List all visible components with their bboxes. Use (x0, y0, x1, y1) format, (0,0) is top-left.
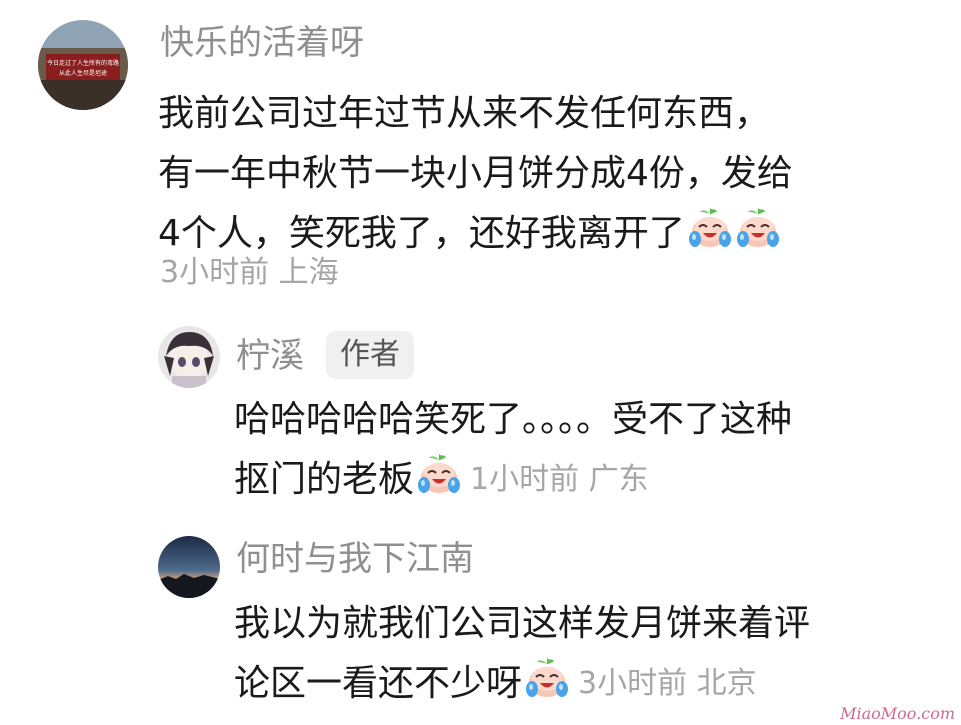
comment-text-line: 我以为就我们公司这样发月饼来着评 (234, 603, 811, 644)
crying-laughing-icon (687, 205, 733, 251)
avatar[interactable] (158, 326, 220, 388)
comment-text-segment: 4个人，笑死我了，还好我离开了 (158, 213, 685, 254)
comment-username[interactable]: 柠溪 (236, 339, 304, 373)
comment-text-line: 有一年中秋节一块小月饼分成4份，发给 (158, 153, 793, 194)
comment-username[interactable]: 何时与我下江南 (236, 542, 474, 576)
crying-laughing-icon (416, 451, 462, 497)
comment-time-location: 3小时前 上海 (160, 255, 339, 290)
avatar-sign-line-2: 从此人生尽是坦途 (59, 69, 107, 77)
crying-laughing-icon (524, 655, 570, 701)
avatar-sign-line-1: 今日走过了人生所有的弯路 (47, 59, 119, 67)
comment-text-segment: 抠门的老板 (234, 459, 415, 500)
avatar[interactable]: 今日走过了人生所有的弯路 从此人生尽是坦途 (38, 20, 128, 110)
comment-text-line: 论区一看还不少呀 3小时前 北京 (234, 654, 810, 714)
watermark: MiaoMoo.com (840, 704, 955, 723)
comment-time-location: 1小时前 广东 (470, 462, 649, 497)
avatar[interactable] (158, 536, 220, 598)
comment-text-line: 我前公司过年过节从来不发任何东西， (158, 93, 771, 134)
comment-text: 我以为就我们公司这样发月饼来着评 论区一看还不少呀 3小时前 北京 (234, 594, 810, 714)
comment-text-segment: 论区一看还不少呀 (234, 663, 523, 704)
comment-text-line: 哈哈哈哈哈笑死了。。。。受不了这种 (234, 399, 793, 440)
author-badge: 作者 (326, 331, 414, 379)
comment-text: 我前公司过年过节从来不发任何东西， 有一年中秋节一块小月饼分成4份，发给 4个人… (158, 84, 793, 264)
crying-laughing-icon (735, 205, 781, 251)
comment-text: 哈哈哈哈哈笑死了。。。。受不了这种 抠门的老板 1小时前 广东 (234, 390, 792, 510)
comment-time-location: 3小时前 北京 (578, 666, 757, 701)
comment-text-line: 抠门的老板 1小时前 广东 (234, 450, 792, 510)
comment-username[interactable]: 快乐的活着呀 (160, 26, 364, 60)
